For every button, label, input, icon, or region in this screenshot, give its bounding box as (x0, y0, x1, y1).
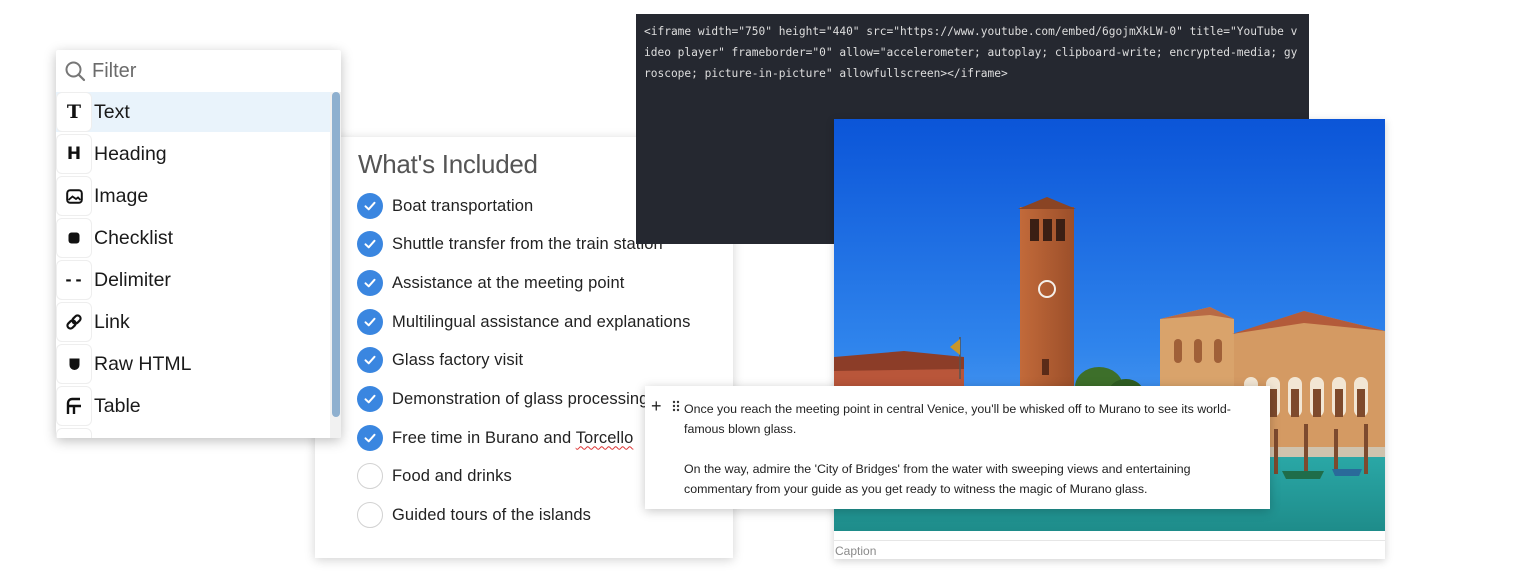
checklist-item[interactable]: Free time in Burano and Torcello (357, 424, 633, 452)
checkbox-unchecked-icon[interactable] (357, 463, 383, 489)
checklist-title[interactable]: What's Included (358, 149, 538, 180)
menu-item-table[interactable]: Table (56, 386, 330, 426)
menu-item-delimiter[interactable]: -- Delimiter (56, 260, 330, 300)
menu-item-label: Image (94, 184, 149, 207)
checkbox-unchecked-icon[interactable] (357, 502, 383, 528)
image-icon (56, 176, 92, 216)
checkbox-checked-icon[interactable] (357, 347, 383, 373)
menu-item-label: Checklist (94, 226, 174, 249)
text-type-icon: T (56, 92, 92, 132)
paragraph-block: + Once you reach the meeting point in ce… (645, 386, 1270, 509)
checkbox-checked-icon[interactable] (357, 193, 383, 219)
checklist-item-label[interactable]: Boat transportation (392, 197, 533, 216)
link-icon (56, 302, 92, 342)
spellcheck-flagged-word[interactable]: Torcello (576, 429, 634, 447)
menu-item-label: Heading (94, 142, 167, 165)
checklist-item-text: Free time in Burano and (392, 428, 576, 447)
search-icon (64, 60, 86, 82)
filter-input[interactable]: Filter (56, 50, 341, 92)
checklist-item[interactable]: Glass factory visit (357, 346, 523, 374)
menu-item-label: Raw HTML (94, 352, 192, 375)
caption-input[interactable]: Caption (834, 540, 1385, 559)
menu-item-heading[interactable]: H Heading (56, 134, 330, 174)
menu-item-image[interactable]: Image (56, 176, 330, 216)
checklist-item[interactable]: Assistance at the meeting point (357, 269, 624, 297)
raw-html-icon (56, 344, 92, 384)
checklist-item-label[interactable]: Demonstration of glass processing (392, 390, 648, 409)
menu-item-link[interactable]: Link (56, 302, 330, 342)
menu-item-raw-html[interactable]: Raw HTML (56, 344, 330, 384)
menu-scrollbar-thumb[interactable] (332, 92, 340, 417)
checklist-item[interactable]: Food and drinks (357, 462, 512, 490)
paragraph-text[interactable]: Once you reach the meeting point in cent… (684, 399, 1256, 499)
menu-item-label: Text (94, 100, 130, 123)
drag-handle-icon[interactable] (672, 399, 680, 417)
filter-placeholder: Filter (92, 59, 137, 82)
paragraph-1[interactable]: Once you reach the meeting point in cent… (684, 399, 1256, 439)
checklist-item-label[interactable]: Free time in Burano and Torcello (392, 429, 633, 448)
block-type-menu: Filter T Text H Heading Image Checklist … (56, 50, 341, 438)
add-block-icon[interactable]: + (651, 397, 662, 415)
checklist-item-label[interactable]: Food and drinks (392, 467, 512, 486)
checklist-item[interactable]: Demonstration of glass processing (357, 385, 648, 413)
menu-item-label: Link (94, 310, 130, 333)
checkbox-checked-icon[interactable] (357, 425, 383, 451)
caption-placeholder: Caption (835, 544, 877, 558)
code-text[interactable]: <iframe width="750" height="440" src="ht… (644, 21, 1299, 84)
heading-icon: H (56, 134, 92, 174)
checkbox-checked-icon[interactable] (357, 231, 383, 257)
checklist-item[interactable]: Multilingual assistance and explanations (357, 308, 690, 336)
menu-item-icon-box (56, 428, 92, 438)
checklist-item[interactable]: Shuttle transfer from the train station (357, 230, 663, 258)
paragraph-2[interactable]: On the way, admire the 'City of Bridges'… (684, 459, 1256, 499)
menu-scrollbar[interactable] (330, 92, 341, 438)
checklist-item-label[interactable]: Multilingual assistance and explanations (392, 313, 690, 332)
checklist-icon (56, 218, 92, 258)
checklist-item-label[interactable]: Glass factory visit (392, 351, 523, 370)
checkbox-checked-icon[interactable] (357, 309, 383, 335)
menu-item-label: Table (94, 394, 141, 417)
checklist-item[interactable]: Boat transportation (357, 192, 533, 220)
checklist-item-label[interactable]: Assistance at the meeting point (392, 274, 624, 293)
checklist-item-label[interactable]: Guided tours of the islands (392, 506, 591, 525)
delimiter-icon: -- (56, 260, 92, 300)
menu-item-checklist[interactable]: Checklist (56, 218, 330, 258)
checklist-item[interactable]: Guided tours of the islands (357, 501, 591, 529)
menu-item-text[interactable]: T Text (56, 92, 330, 132)
table-icon (56, 386, 92, 426)
menu-item-label: Delimiter (94, 268, 171, 291)
menu-item-partial[interactable] (56, 428, 330, 438)
checklist-item-label[interactable]: Shuttle transfer from the train station (392, 235, 663, 254)
checkbox-checked-icon[interactable] (357, 270, 383, 296)
checkbox-checked-icon[interactable] (357, 386, 383, 412)
